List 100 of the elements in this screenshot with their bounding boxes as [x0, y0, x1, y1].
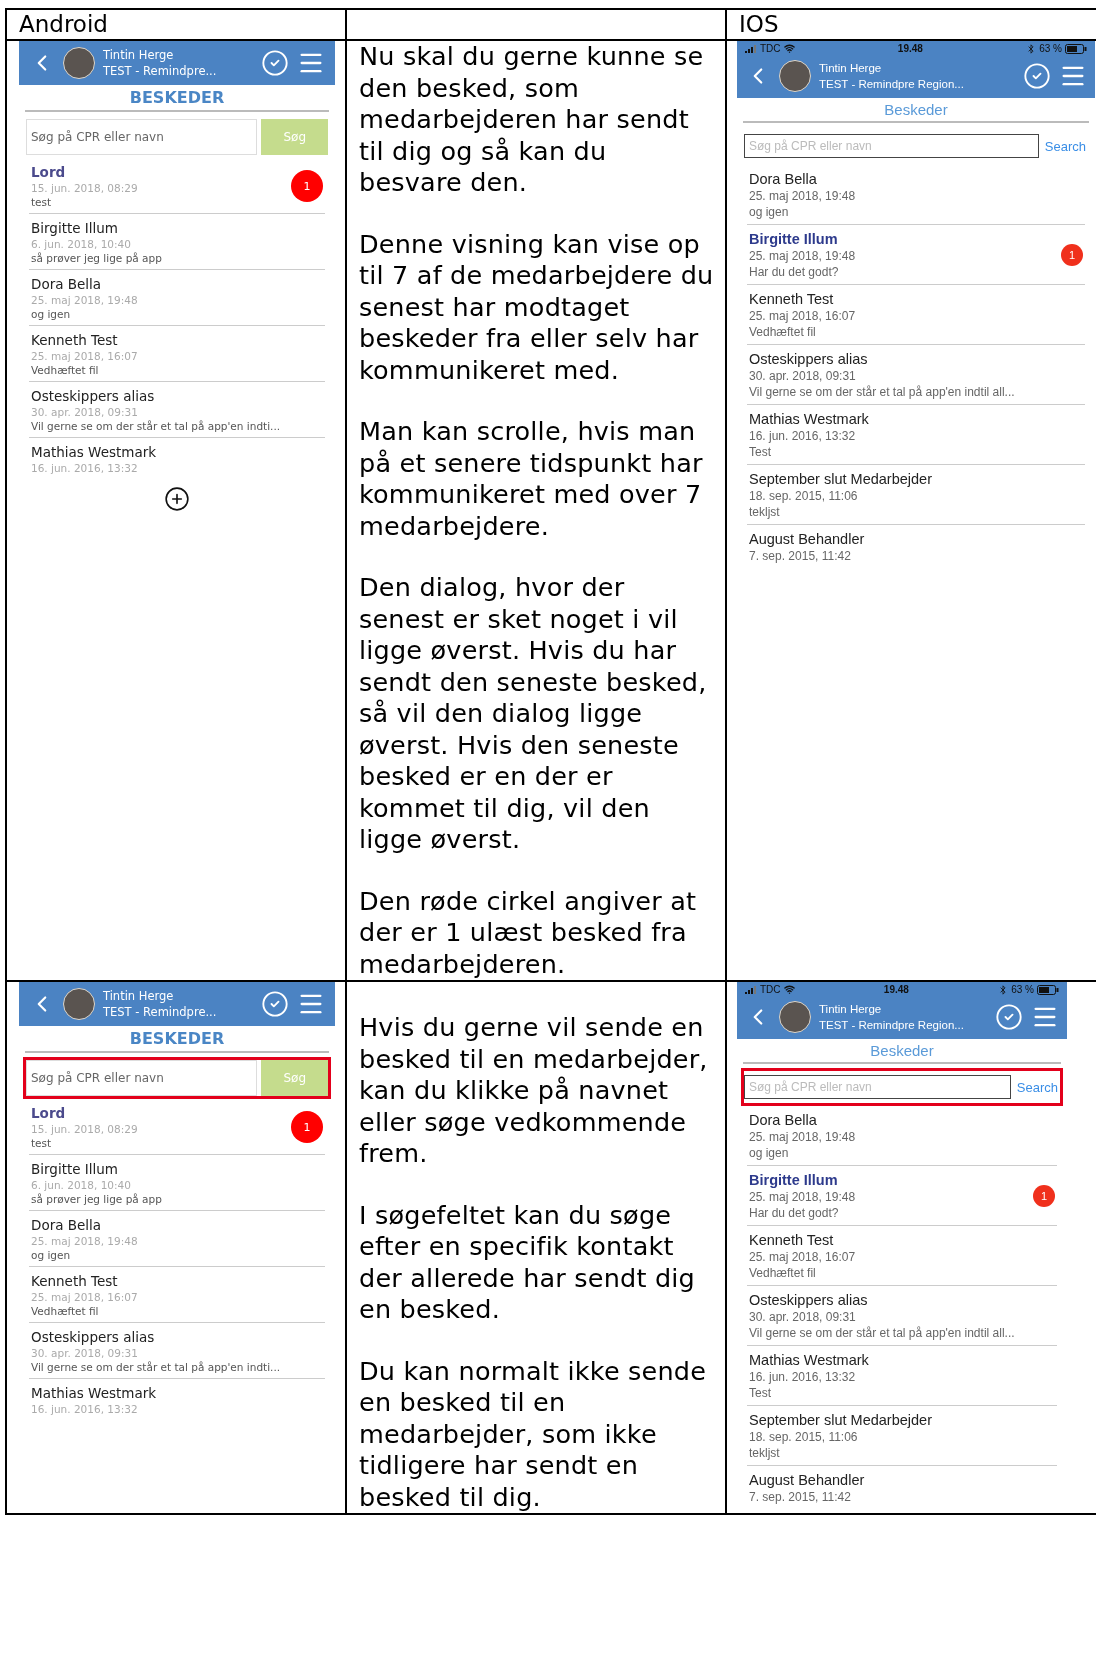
signal-icon — [745, 44, 757, 53]
message-item[interactable]: Birgitte Illum 6. jun. 2018, 10:40 så prøver jeg lige på app — [29, 214, 325, 270]
message-item[interactable]: Birgitte Illum 6. jun. 2018, 10:40 så prøver jeg lige på app — [29, 1155, 325, 1211]
message-item[interactable]: Osteskippers alias 30. apr. 2018, 09:31 Vil gerne se om der står et tal på app'en indtil all... — [747, 345, 1085, 405]
message-item[interactable]: August Behandler 7. sep. 2015, 11:42 — [747, 525, 1085, 569]
contact-name: Lord — [31, 1105, 67, 1121]
message-item[interactable]: Dora Bella 25. maj 2018, 19:48 og igen — [747, 1106, 1057, 1166]
unread-badge: 1 — [291, 1111, 323, 1143]
message-preview: Har du det godt? — [749, 1206, 840, 1220]
instruction-paragraph: Denne visning kan vise op til 7 af de medarbejdere du senest har modtaget beskeder fra eller selv har kommunikeret med. — [359, 228, 715, 386]
search-field[interactable]: Søg på CPR eller navn — [744, 1075, 1011, 1099]
user-name: Tintin Herge — [103, 988, 175, 1004]
message-item[interactable]: September slut Medarbejder 18. sep. 2015, 11:06 tekljst — [747, 1406, 1057, 1466]
user-name: Tintin Herge — [103, 47, 175, 63]
message-date: 25. maj 2018, 16:07 — [31, 1291, 139, 1303]
instruction-paragraph: Nu skal du gerne kunne se den besked, som medarbejderen har sendt til dig og så kan du besvare den. — [359, 41, 705, 199]
message-preview: tekljst — [749, 1446, 781, 1460]
message-item[interactable]: Birgitte Illum 25. maj 2018, 19:48 Har du det godt? 1 — [747, 225, 1085, 285]
message-item[interactable]: Mathias Westmark 16. jun. 2016, 13:32 — [29, 438, 325, 480]
message-date: 30. apr. 2018, 09:31 — [749, 1310, 857, 1324]
contact-name: September slut Medarbejder — [749, 1412, 933, 1428]
contact-name: Mathias Westmark — [749, 411, 870, 427]
contact-name: Osteskippers alias — [749, 1292, 869, 1308]
contact-name: Birgitte Illum — [749, 1172, 839, 1188]
battery-icon — [1065, 43, 1087, 54]
page-title: BESKEDER — [25, 1026, 329, 1053]
message-date: 25. maj 2018, 19:48 — [31, 1235, 139, 1247]
check-circle-icon[interactable] — [261, 990, 289, 1018]
message-item[interactable]: Mathias Westmark 16. jun. 2016, 13:32 — [29, 1379, 325, 1421]
message-item[interactable]: Lord 15. jun. 2018, 08:29 test 1 — [29, 158, 325, 214]
contact-name: Birgitte Illum — [749, 231, 839, 247]
contact-name: Osteskippers alias — [749, 351, 869, 367]
contact-name: Dora Bella — [31, 276, 103, 292]
search-field[interactable]: Søg på CPR eller navn — [744, 134, 1039, 158]
message-item[interactable]: Dora Bella 25. maj 2018, 19:48 og igen — [29, 270, 325, 326]
message-item[interactable]: Lord 15. jun. 2018, 08:29 test 1 — [29, 1099, 325, 1155]
instruction-paragraph: I søgefeltet kan du søge efter en specifik kontakt der allerede har sendt dig en besked. — [359, 1199, 696, 1326]
message-item[interactable]: Osteskippers alias 30. apr. 2018, 09:31 Vil gerne se om der står et tal på app'en indti... — [29, 1323, 325, 1379]
message-preview: Vedhæftet fil — [749, 1266, 817, 1280]
contact-name: Kenneth Test — [31, 1273, 119, 1289]
message-preview: Har du det godt? — [749, 265, 840, 279]
message-preview: Vedhæftet fil — [31, 1305, 100, 1317]
message-date: 25. maj 2018, 19:48 — [749, 249, 857, 263]
message-date: 16. jun. 2016, 13:32 — [31, 462, 139, 474]
message-preview: og igen — [749, 205, 790, 219]
message-date: 6. jun. 2018, 10:40 — [31, 238, 132, 250]
contact-name: Lord — [31, 164, 67, 180]
message-item[interactable]: Mathias Westmark 16. jun. 2016, 13:32 Test — [747, 1346, 1057, 1406]
message-item[interactable]: Kenneth Test 25. maj 2018, 16:07 Vedhæftet fil — [747, 285, 1085, 345]
contact-name: Birgitte Illum — [31, 1161, 120, 1177]
message-item[interactable]: Kenneth Test 25. maj 2018, 16:07 Vedhæftet fil — [29, 326, 325, 382]
message-date: 25. maj 2018, 19:48 — [749, 189, 857, 203]
message-preview: Vil gerne se om der står et tal på app'en indtil all... — [749, 385, 1016, 399]
column-heading: Android — [18, 10, 109, 39]
message-date: 25. maj 2018, 19:48 — [31, 294, 139, 306]
battery-text: 63 % — [1039, 43, 1062, 54]
contact-name: Kenneth Test — [31, 332, 119, 348]
message-item[interactable]: Osteskippers alias 30. apr. 2018, 09:31 Vil gerne se om der står et tal på app'en indti... — [29, 382, 325, 438]
instruction-paragraph: Hvis du gerne vil sende en besked til en medarbejder, kan du klikke på navnet eller søge vedkommende frem. — [359, 1012, 709, 1170]
check-circle-icon[interactable] — [261, 49, 289, 77]
avatar-placeholder — [779, 60, 811, 92]
contact-name: August Behandler — [749, 531, 866, 547]
check-circle-icon[interactable] — [995, 1003, 1023, 1031]
message-item[interactable]: Dora Bella 25. maj 2018, 19:48 og igen — [747, 165, 1085, 225]
message-preview: Vil gerne se om der står et tal på app'en indtil all... — [749, 1326, 1016, 1340]
message-item[interactable]: Birgitte Illum 25. maj 2018, 19:48 Har du det godt? 1 — [747, 1166, 1057, 1226]
clock-text: 19.48 — [883, 984, 909, 995]
message-item[interactable]: Kenneth Test 25. maj 2018, 16:07 Vedhæftet fil — [29, 1267, 325, 1323]
avatar-placeholder — [779, 1001, 811, 1033]
user-name: Tintin Herge — [819, 1002, 883, 1017]
contact-name: Osteskippers alias — [31, 388, 156, 404]
message-item[interactable]: Osteskippers alias 30. apr. 2018, 09:31 Vil gerne se om der står et tal på app'en indtil all... — [747, 1286, 1057, 1346]
avatar-placeholder — [63, 47, 95, 79]
instruction-paragraph: Den dialog, hvor der senest er sket noget i vil ligge øverst. Hvis du har sendt den seneste besked, så vil den dialog ligge øverst. Hvis den seneste besked er en der er kommet til dig, vil den ligge øverst. — [359, 572, 708, 856]
instruction-paragraph: Den røde cirkel angiver at der er 1 ulæst besked fra medarbejderen. — [359, 885, 698, 980]
add-button[interactable] — [164, 486, 190, 512]
message-item[interactable]: Mathias Westmark 16. jun. 2016, 13:32 Test — [747, 405, 1085, 465]
clock-text: 19.48 — [897, 43, 923, 54]
message-date: 16. jun. 2016, 13:32 — [749, 1370, 857, 1384]
contact-name: Kenneth Test — [749, 291, 835, 307]
message-item[interactable]: September slut Medarbejder 18. sep. 2015, 11:06 tekljst — [747, 465, 1085, 525]
message-item[interactable]: Dora Bella 25. maj 2018, 19:48 og igen — [29, 1211, 325, 1267]
page-title: Beskeder — [743, 98, 1089, 123]
message-date: 7. sep. 2015, 11:42 — [749, 1490, 852, 1504]
unread-badge: 1 — [291, 170, 323, 202]
carrier-text: TDC — [760, 43, 781, 54]
message-date: 15. jun. 2018, 08:29 — [31, 182, 139, 194]
message-item[interactable]: Kenneth Test 25. maj 2018, 16:07 Vedhæftet fil — [747, 1226, 1057, 1286]
avatar-placeholder — [63, 988, 95, 1020]
message-preview: Vedhæftet fil — [749, 325, 817, 339]
message-preview: test — [31, 196, 53, 208]
message-preview: og igen — [31, 1249, 72, 1261]
message-preview: så prøver jeg lige på app — [31, 1193, 163, 1205]
contact-name: Dora Bella — [749, 171, 818, 187]
bluetooth-icon — [1026, 43, 1037, 54]
check-circle-icon[interactable] — [1023, 62, 1051, 90]
organization-name: TEST - Remindpre... — [103, 63, 218, 79]
message-item[interactable]: August Behandler 7. sep. 2015, 11:42 — [747, 1466, 1057, 1510]
organization-name: TEST - Remindpre Region... — [819, 77, 965, 92]
message-date: 16. jun. 2016, 13:32 — [31, 1403, 139, 1415]
